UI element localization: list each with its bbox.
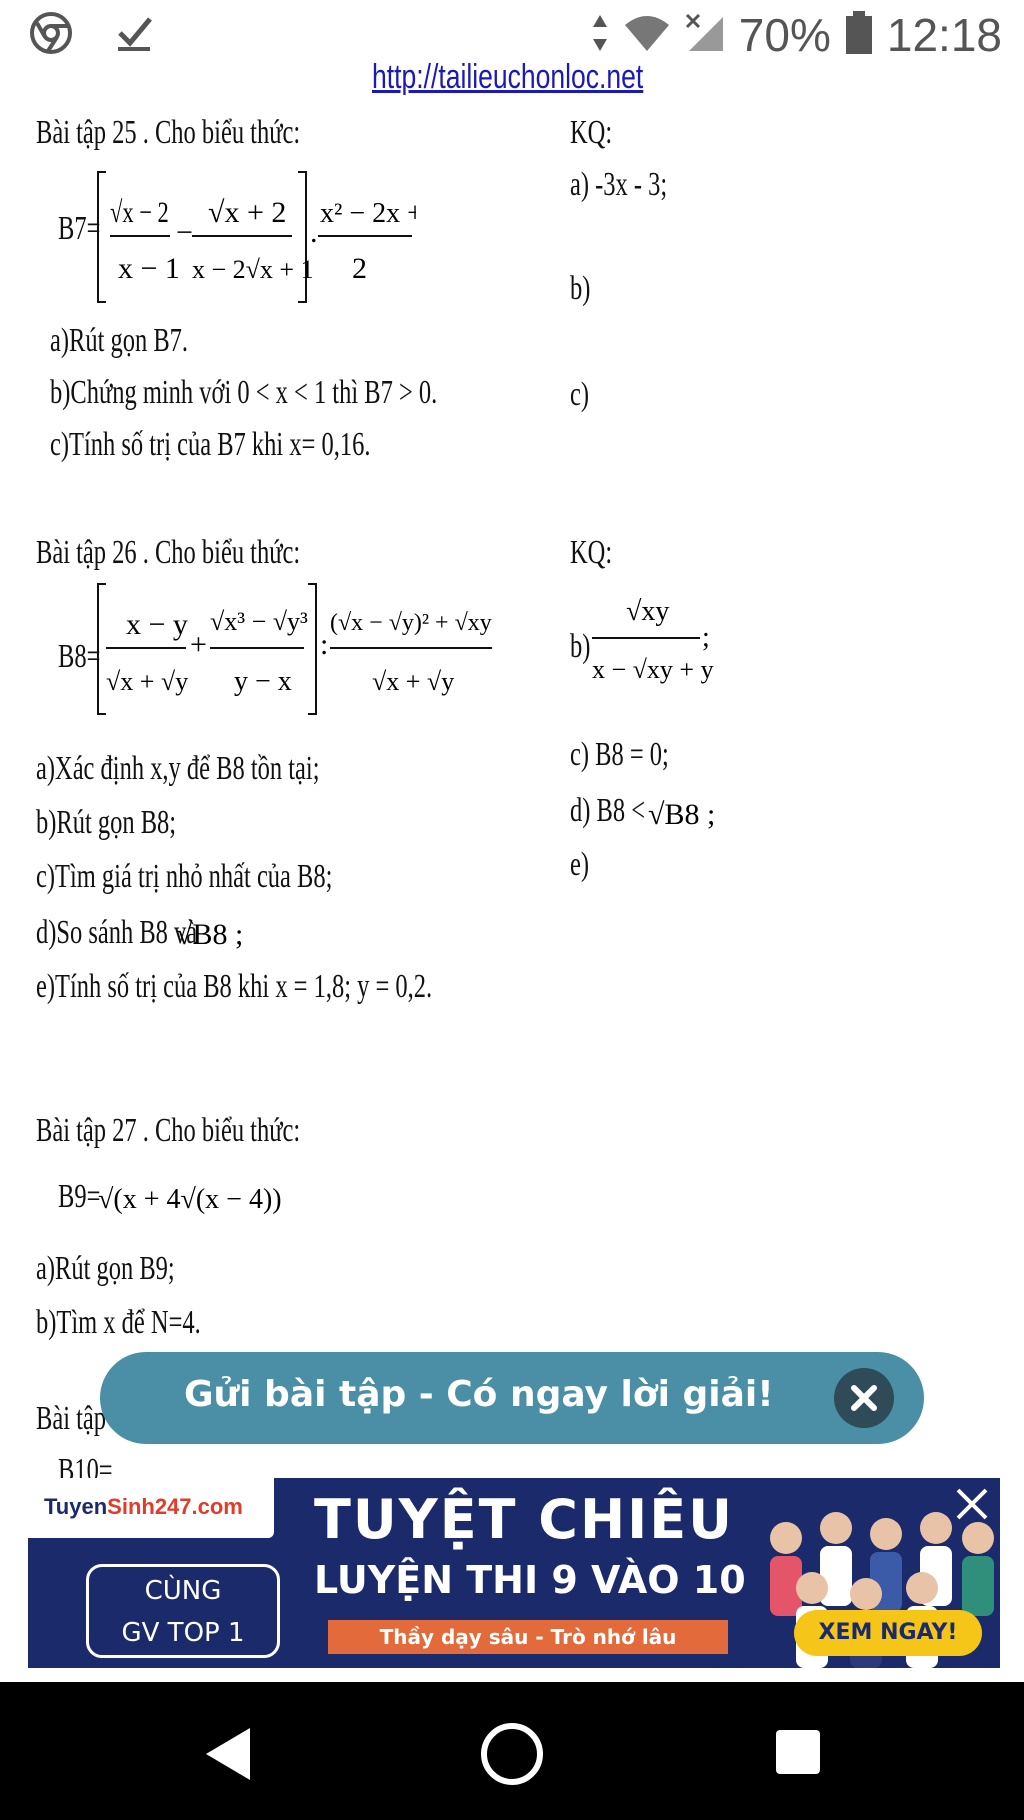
ex28-formula-label: B10=: [58, 1452, 113, 1480]
svg-text:√x + √y: √x + √y: [106, 667, 188, 696]
svg-text:√x³ − √y³: √x³ − √y³: [210, 607, 308, 636]
svg-text:x − 1: x − 1: [118, 252, 180, 285]
submit-homework-banner[interactable]: Gửi bài tập - Có ngay lời giải!: [100, 1352, 924, 1444]
back-icon[interactable]: [200, 1724, 256, 1789]
ex26-answer-d-sqrt: √B8 ;: [648, 798, 715, 831]
navigation-bar: [0, 1682, 1024, 1820]
document-page[interactable]: http://tailieuchonloc.net Bài tập 25 . C…: [0, 60, 1024, 1480]
ad-close-icon[interactable]: [952, 1484, 992, 1524]
ex27-formula-label: B9=: [58, 1178, 101, 1215]
svg-text:√xy: √xy: [626, 596, 669, 627]
ex26-question-a: a)Xác định x,y để B8 tồn tại;: [36, 750, 320, 787]
ex25-title: Bài tập 25 . Cho biểu thức:: [36, 114, 301, 151]
ad-headline1: TUYỆT CHIÊU: [314, 1488, 734, 1551]
close-icon[interactable]: [834, 1368, 894, 1428]
svg-text:x − 2√x + 1: x − 2√x + 1: [192, 255, 314, 284]
ad-tagline: Thầy dạy sâu - Trò nhớ lâu: [328, 1620, 728, 1654]
ex25-question-a: a)Rút gọn B7.: [50, 322, 189, 359]
no-signal-icon: [685, 13, 725, 58]
home-icon[interactable]: [478, 1720, 546, 1793]
svg-text:x − √xy + y: x − √xy + y: [592, 655, 714, 684]
svg-text:(√x − √y)² + √xy: (√x − √y)² + √xy: [330, 610, 492, 636]
ex26-answer-d: d) B8 <: [570, 792, 646, 829]
ex27-title: Bài tập 27 . Cho biểu thức:: [36, 1112, 301, 1149]
battery-icon: [845, 10, 873, 60]
ex26-answer-e: e): [570, 846, 590, 883]
ex26-formula-label: B8=: [58, 638, 101, 675]
ex27-question-a: a)Rút gọn B9;: [36, 1250, 175, 1287]
svg-text:y − x: y − x: [234, 666, 292, 697]
ad-left-box: CÙNG GV TOP 1: [86, 1564, 280, 1658]
ad-logo: TuyenSinh247.com: [28, 1478, 274, 1538]
ex26-kq: KQ:: [570, 534, 613, 571]
ex25-kq: KQ:: [570, 114, 613, 151]
svg-text:x² − 2x + 1: x² − 2x + 1: [320, 198, 416, 229]
svg-text:√x + √y: √x + √y: [372, 667, 454, 696]
ex26-question-c: c)Tìm giá trị nhỏ nhất của B8;: [36, 858, 333, 895]
ex27-question-b: b)Tìm x để N=4.: [36, 1304, 201, 1341]
data-arrows-icon: [591, 13, 609, 58]
ex26-answer-c: c) B8 = 0;: [570, 736, 669, 773]
submit-homework-label: Gửi bài tập - Có ngay lời giải!: [184, 1374, 774, 1415]
ex26-question-d: d)So sánh B8 và: [36, 914, 198, 951]
recents-icon[interactable]: [774, 1728, 822, 1781]
ex25-question-c: c)Tính số trị của B7 khi x= 0,16.: [50, 426, 371, 463]
ad-headline2: LUYỆN THI 9 VÀO 10: [314, 1558, 746, 1602]
ex26-answer-b: b): [570, 628, 591, 665]
svg-text:;: ;: [702, 622, 710, 653]
svg-text:√(x + 4√(x − 4)): √(x + 4√(x − 4)): [98, 1184, 282, 1215]
svg-text:−: −: [176, 216, 193, 249]
ad-left-line1: CÙNG: [144, 1576, 222, 1606]
ex25-question-b: b)Chứng minh với 0 < x < 1 thì B7 > 0.: [50, 374, 438, 411]
ad-cta-button[interactable]: XEM NGAY!: [794, 1610, 982, 1656]
svg-text:√x + 2: √x + 2: [208, 196, 286, 229]
svg-text:2: 2: [352, 252, 367, 285]
ex25-answer-b: b): [570, 270, 591, 307]
svg-text:√B8 ;: √B8 ;: [176, 918, 243, 951]
svg-text:+: +: [190, 628, 207, 661]
ad-left-line2: GV TOP 1: [121, 1618, 245, 1648]
ex25-answer-c: c): [570, 376, 590, 413]
ex26-question-b: b)Rút gọn B8;: [36, 804, 177, 841]
svg-text:√x − 2: √x − 2: [110, 195, 169, 229]
check-icon: [114, 13, 154, 58]
formula-b8: x − y √x + √y + √x³ − √y³ y − x : (√x − …: [97, 583, 492, 715]
source-link[interactable]: http://tailieuchonloc.net: [372, 60, 643, 97]
ex26-question-e: e)Tính số trị của B8 khi x = 1,8; y = 0,…: [36, 968, 433, 1005]
chrome-icon: [28, 10, 74, 61]
ex26-answer-b-fraction: √xy x − √xy + y ;: [592, 596, 714, 684]
ex25-formula-label: B7=: [58, 210, 101, 247]
svg-text:.: .: [310, 216, 318, 249]
ad-banner[interactable]: TuyenSinh247.com CÙNG GV TOP 1 TUYỆT CHI…: [28, 1478, 1000, 1668]
formula-b7: √x − 2 x − 1 − √x + 2 x − 2√x + 1 . x² −…: [97, 171, 416, 303]
svg-text:√B8 ;: √B8 ;: [648, 798, 715, 831]
battery-percent: 70%: [738, 9, 831, 61]
wifi-icon: [623, 13, 671, 58]
formula-b9: √(x + 4√(x − 4)): [98, 1184, 282, 1215]
ex25-answer-a: a) -3x - 3;: [570, 166, 668, 203]
svg-text:x − y: x − y: [126, 608, 188, 641]
ex26-question-d-sqrt: √B8 ;: [176, 918, 243, 951]
ex26-title: Bài tập 26 . Cho biểu thức:: [36, 534, 301, 571]
clock: 12:18: [886, 9, 1002, 61]
svg-text::: :: [320, 628, 328, 661]
